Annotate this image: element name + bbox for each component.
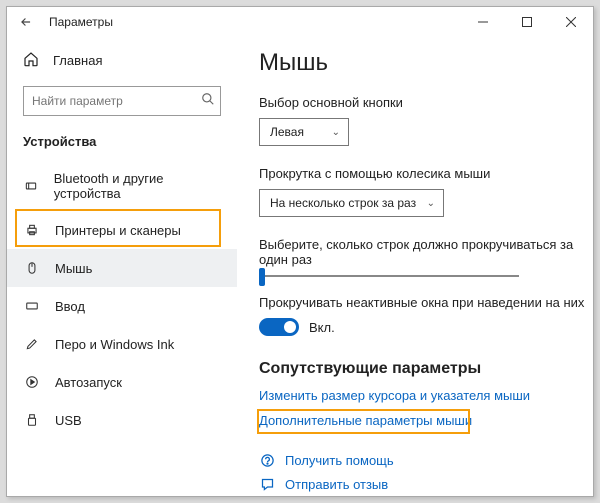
sidebar-item-usb[interactable]: USB — [7, 401, 237, 439]
sidebar-item-mouse[interactable]: Мышь — [7, 249, 237, 287]
chevron-down-icon: ⌄ — [332, 127, 340, 138]
body: Главная Устройства Bluetooth и другие ус… — [7, 37, 593, 496]
get-help-link[interactable]: Получить помощь — [259, 452, 585, 468]
minimize-icon — [478, 17, 488, 27]
scroll-label: Прокрутка с помощью колесика мыши — [259, 166, 585, 181]
keyboard-icon — [23, 297, 41, 315]
sidebar-item-label: USB — [55, 413, 82, 428]
printer-icon — [23, 221, 41, 239]
sidebar-section-title: Устройства — [7, 130, 237, 161]
link-cursor-size[interactable]: Изменить размер курсора и указателя мыши — [259, 388, 585, 403]
bluetooth-icon — [23, 177, 40, 195]
close-button[interactable] — [549, 7, 593, 37]
sidebar: Главная Устройства Bluetooth и другие ус… — [7, 37, 237, 496]
inactive-windows-label: Прокручивать неактивные окна при наведен… — [259, 295, 585, 310]
lines-slider[interactable] — [259, 275, 585, 277]
primary-button-label: Выбор основной кнопки — [259, 95, 585, 110]
window-title: Параметры — [49, 15, 113, 29]
page-heading: Мышь — [259, 49, 585, 77]
usb-icon — [23, 411, 41, 429]
help-icon — [259, 452, 275, 468]
toggle-knob — [284, 321, 296, 333]
search-input[interactable] — [24, 94, 195, 108]
inactive-windows-toggle[interactable] — [259, 318, 299, 336]
link-additional-mouse[interactable]: Дополнительные параметры мыши — [259, 413, 585, 428]
back-button[interactable] — [13, 9, 39, 35]
settings-window: Параметры Главная Устройства Bluetooth и… — [6, 6, 594, 497]
mouse-icon — [23, 259, 41, 277]
sidebar-item-label: Автозапуск — [55, 375, 122, 390]
sidebar-item-printers[interactable]: Принтеры и сканеры — [7, 211, 237, 249]
sidebar-item-bluetooth[interactable]: Bluetooth и другие устройства — [7, 161, 237, 211]
slider-track — [259, 275, 519, 277]
maximize-icon — [522, 17, 532, 27]
maximize-button[interactable] — [505, 7, 549, 37]
autoplay-icon — [23, 373, 41, 391]
sidebar-item-label: Ввод — [55, 299, 85, 314]
close-icon — [566, 17, 576, 27]
search-box[interactable] — [23, 86, 221, 116]
home-icon — [23, 51, 39, 70]
select-value: Левая — [270, 125, 304, 139]
minimize-button[interactable] — [461, 7, 505, 37]
slider-thumb[interactable] — [259, 268, 265, 286]
sidebar-item-pen[interactable]: Перо и Windows Ink — [7, 325, 237, 363]
feedback-icon — [259, 476, 275, 492]
related-heading: Сопутствующие параметры — [259, 360, 585, 378]
feedback-link[interactable]: Отправить отзыв — [259, 476, 585, 492]
sidebar-item-autoplay[interactable]: Автозапуск — [7, 363, 237, 401]
window-controls — [461, 7, 593, 37]
titlebar: Параметры — [7, 7, 593, 37]
chevron-down-icon: ⌄ — [427, 198, 435, 209]
search-icon — [195, 92, 220, 111]
lines-label: Выберите, сколько строк должно прокручив… — [259, 237, 585, 267]
home-link[interactable]: Главная — [7, 45, 237, 76]
help-label: Получить помощь — [285, 453, 394, 468]
arrow-left-icon — [19, 15, 33, 29]
toggle-state-label: Вкл. — [309, 320, 335, 335]
primary-button-select[interactable]: Левая ⌄ — [259, 118, 349, 146]
scroll-select[interactable]: На несколько строк за раз ⌄ — [259, 189, 444, 217]
sidebar-item-label: Мышь — [55, 261, 92, 276]
feedback-label: Отправить отзыв — [285, 477, 388, 492]
content-pane: Мышь Выбор основной кнопки Левая ⌄ Прокр… — [237, 37, 593, 496]
sidebar-item-label: Bluetooth и другие устройства — [54, 171, 221, 201]
sidebar-item-label: Принтеры и сканеры — [55, 223, 181, 238]
sidebar-item-label: Перо и Windows Ink — [55, 337, 174, 352]
sidebar-item-typing[interactable]: Ввод — [7, 287, 237, 325]
pen-icon — [23, 335, 41, 353]
select-value: На несколько строк за раз — [270, 196, 416, 210]
sidebar-nav: Bluetooth и другие устройства Принтеры и… — [7, 161, 237, 439]
home-label: Главная — [53, 53, 102, 68]
